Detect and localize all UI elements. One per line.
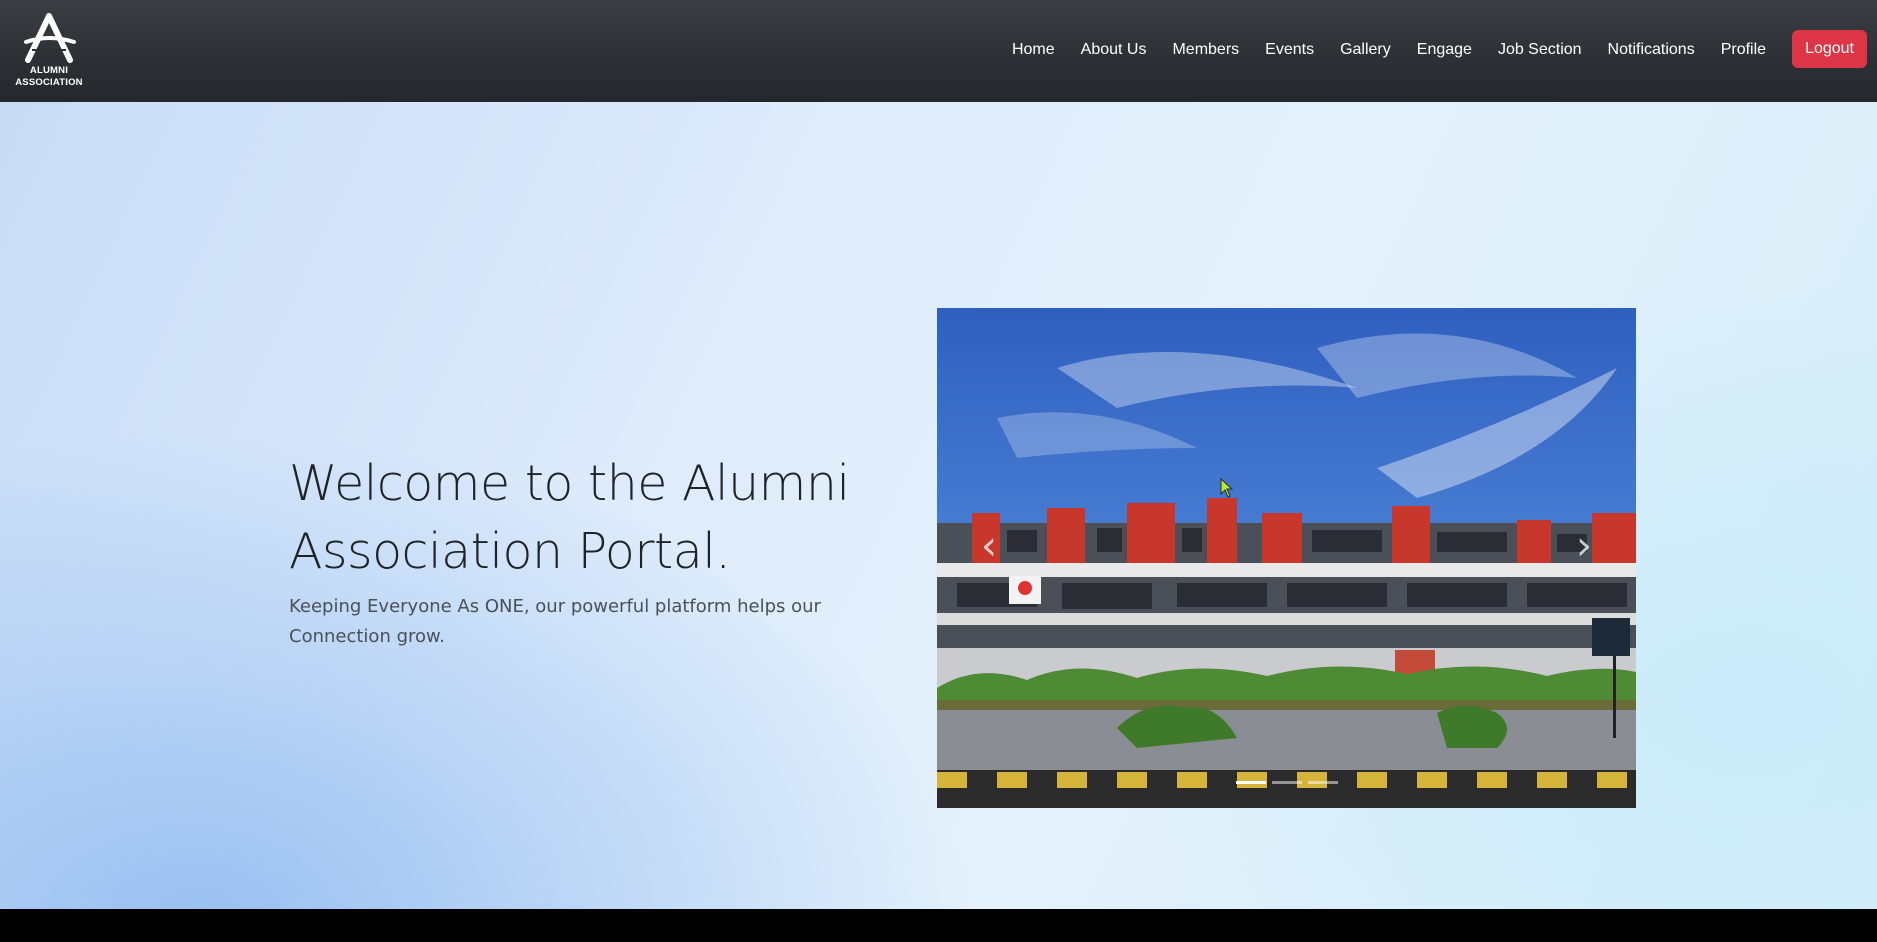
hero-subtitle: Keeping Everyone As ONE, our powerful pl…: [289, 596, 821, 647]
hero-section: Welcome to the Alumni Association Portal…: [0, 102, 1877, 909]
nav-members[interactable]: Members: [1172, 41, 1239, 59]
alumni-a-logo-icon: [24, 13, 76, 63]
chevron-left-icon: ‹: [981, 523, 997, 569]
campus-building-photo: [937, 308, 1636, 808]
carousel-next-button[interactable]: ›: [1564, 526, 1604, 566]
top-navbar: ALUMNI ASSOCIATION Home About Us Members…: [0, 0, 1877, 102]
nav-profile[interactable]: Profile: [1721, 41, 1766, 59]
nav-gallery[interactable]: Gallery: [1340, 41, 1391, 59]
logout-button[interactable]: Logout: [1792, 30, 1867, 68]
image-carousel[interactable]: ‹ ›: [937, 308, 1636, 808]
nav-events[interactable]: Events: [1265, 41, 1314, 59]
hero-title: Welcome to the Alumni Association Portal…: [289, 455, 850, 580]
carousel-prev-button[interactable]: ‹: [969, 526, 1009, 566]
brand-logo[interactable]: ALUMNI ASSOCIATION: [14, 12, 84, 92]
main-nav: Home About Us Members Events Gallery Eng…: [1012, 30, 1867, 68]
nav-engage[interactable]: Engage: [1417, 41, 1472, 59]
nav-job-section[interactable]: Job Section: [1498, 41, 1582, 59]
brand-line-1: ALUMNI: [29, 65, 69, 76]
bottom-bar: [0, 909, 1877, 942]
nav-notifications[interactable]: Notifications: [1608, 41, 1695, 59]
carousel-indicator-2[interactable]: [1271, 781, 1302, 784]
nav-home[interactable]: Home: [1012, 41, 1055, 59]
carousel-indicator-3[interactable]: [1307, 781, 1338, 784]
mouse-cursor-icon: [1220, 478, 1234, 498]
carousel-indicators: [937, 781, 1636, 784]
brand-line-2: ASSOCIATION: [15, 77, 83, 88]
chevron-right-icon: ›: [1576, 523, 1592, 569]
nav-about-us[interactable]: About Us: [1081, 41, 1147, 59]
carousel-indicator-1[interactable]: [1235, 781, 1266, 784]
